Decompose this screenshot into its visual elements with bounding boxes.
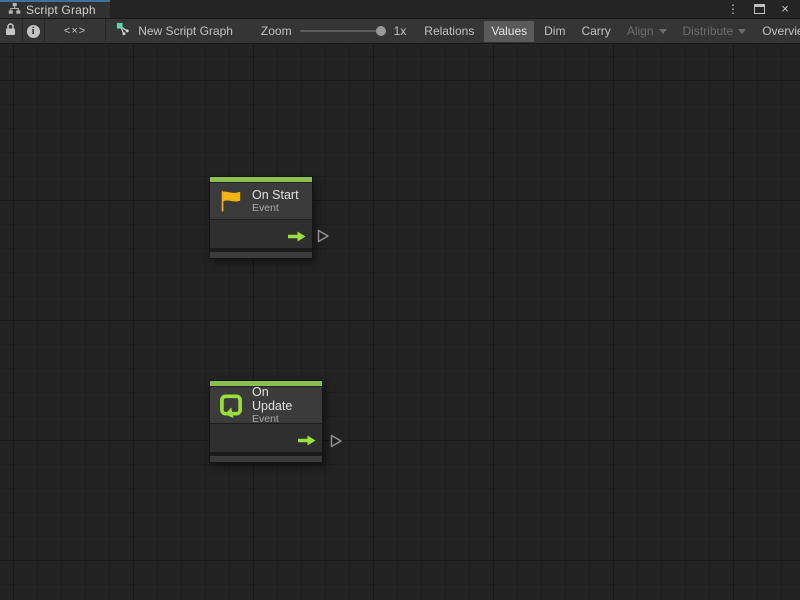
zoom-slider[interactable] bbox=[300, 30, 384, 32]
node-footer bbox=[210, 248, 312, 258]
node-header[interactable]: On Update Event bbox=[210, 387, 322, 423]
tab-script-graph[interactable]: Script Graph bbox=[0, 0, 110, 18]
graph-canvas[interactable]: On Start Event bbox=[0, 45, 800, 600]
node-on-start[interactable]: On Start Event bbox=[209, 176, 313, 259]
node-ports-row bbox=[210, 219, 312, 248]
align-label: Align bbox=[627, 24, 654, 38]
code-toggle-icon: <×> bbox=[64, 25, 86, 37]
distribute-label: Distribute bbox=[683, 24, 734, 38]
new-script-graph-label: New Script Graph bbox=[138, 24, 233, 38]
flow-arrow-icon bbox=[288, 229, 306, 247]
loop-icon bbox=[218, 392, 244, 418]
chevron-down-icon bbox=[659, 29, 667, 34]
maximize-icon[interactable] bbox=[752, 2, 766, 16]
output-port-icon[interactable] bbox=[317, 229, 330, 248]
relations-button[interactable]: Relations bbox=[416, 19, 482, 44]
node-texts: On Start Event bbox=[252, 188, 299, 214]
chevron-down-icon bbox=[738, 29, 746, 34]
lock-icon bbox=[5, 23, 16, 39]
window-menu-icon[interactable]: ⋮ bbox=[726, 2, 740, 16]
node-header[interactable]: On Start Event bbox=[210, 183, 312, 219]
flag-icon bbox=[218, 188, 244, 214]
toolbar-right-group: Relations Values Dim Carry Align Distrib… bbox=[416, 19, 800, 44]
script-graph-window: Script Graph ⋮ × i <×> bbox=[0, 0, 800, 600]
node-texts: On Update Event bbox=[252, 385, 312, 425]
tab-bar: Script Graph ⋮ × bbox=[0, 0, 800, 19]
graph-toolbar: i <×> New Script Graph Zoom 1x bbox=[0, 19, 800, 44]
new-script-graph-button[interactable]: New Script Graph bbox=[106, 19, 243, 44]
info-button[interactable]: i bbox=[22, 19, 44, 44]
zoom-value: 1x bbox=[394, 24, 407, 38]
tab-title: Script Graph bbox=[26, 3, 96, 17]
zoom-slider-handle[interactable] bbox=[376, 26, 386, 36]
zoom-label: Zoom bbox=[261, 24, 292, 38]
close-icon[interactable]: × bbox=[778, 2, 792, 16]
graph-node-icon bbox=[116, 22, 131, 40]
values-button[interactable]: Values bbox=[484, 21, 534, 42]
flow-arrow-icon bbox=[298, 433, 316, 451]
node-title: On Start bbox=[252, 188, 299, 202]
node-ports-row bbox=[210, 423, 322, 452]
node-on-update[interactable]: On Update Event bbox=[209, 380, 323, 463]
node-title: On Update bbox=[252, 385, 312, 413]
node-footer bbox=[210, 452, 322, 462]
dim-button[interactable]: Dim bbox=[536, 19, 573, 44]
distribute-button[interactable]: Distribute bbox=[675, 19, 755, 44]
window-controls: ⋮ × bbox=[726, 0, 800, 18]
align-button[interactable]: Align bbox=[619, 19, 675, 44]
graph-hierarchy-icon bbox=[8, 2, 21, 18]
overview-button[interactable]: Overview bbox=[754, 19, 800, 44]
code-toggle-button[interactable]: <×> bbox=[45, 19, 106, 44]
carry-button[interactable]: Carry bbox=[573, 19, 618, 44]
output-port-icon[interactable] bbox=[330, 434, 343, 453]
lock-button[interactable] bbox=[0, 19, 22, 44]
zoom-control: Zoom 1x bbox=[261, 24, 406, 38]
info-icon: i bbox=[27, 25, 40, 38]
node-subtitle: Event bbox=[252, 202, 299, 214]
